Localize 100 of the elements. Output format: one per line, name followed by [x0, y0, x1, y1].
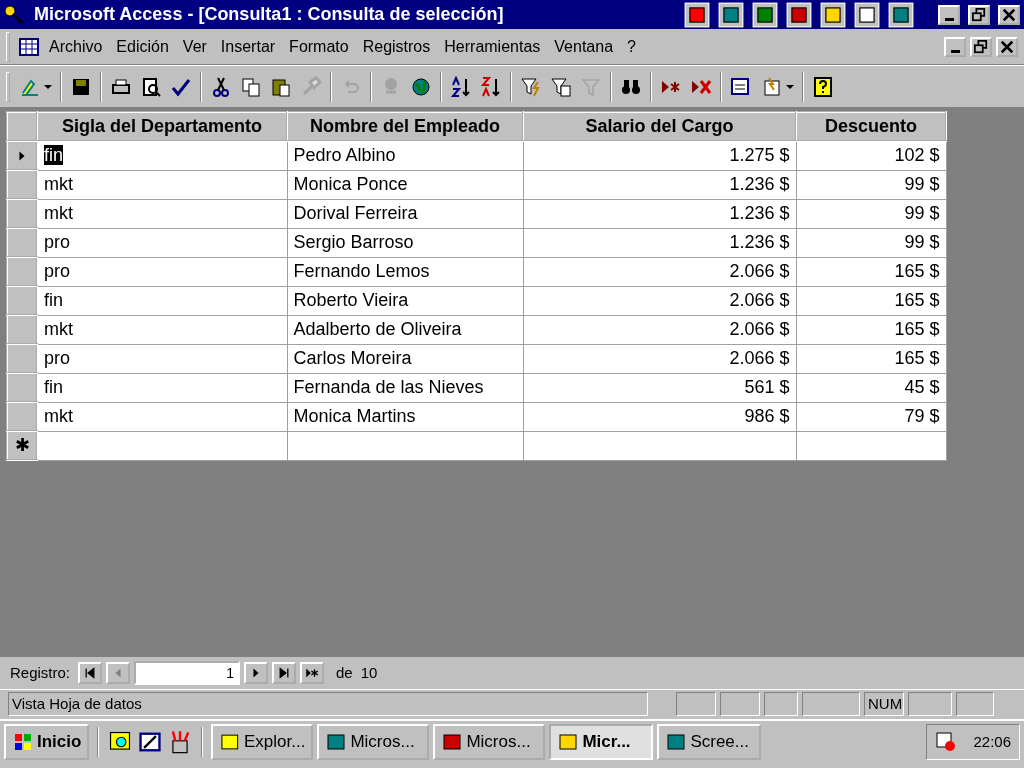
table-cell: 99 $ [904, 232, 940, 252]
minimize-icon [950, 49, 960, 53]
filter-lightning-icon [520, 75, 542, 98]
empty-status-panel [720, 692, 760, 716]
taskbar-button[interactable]: Micros... [433, 724, 546, 760]
table-cell: fin [44, 290, 63, 310]
close-icon [1000, 39, 1014, 54]
menu-item[interactable]: ? [622, 32, 641, 61]
record-number-field[interactable]: 1 [134, 661, 241, 685]
taskbar-button[interactable]: Micros... [317, 724, 430, 760]
empty-status-panel [908, 692, 952, 716]
last-record-button[interactable] [272, 662, 297, 684]
print-preview-icon [140, 75, 162, 98]
table-cell: 1.236 $ [729, 174, 790, 194]
menu-item[interactable]: Ver [177, 32, 212, 61]
status-text: Vista Hoja de datos [8, 692, 648, 716]
clock: 22:06 [973, 731, 1011, 752]
sort-descending-icon [480, 75, 502, 98]
table-cell: 99 $ [904, 174, 940, 194]
table-cell: 165 $ [894, 290, 940, 310]
table-cell: mkt [44, 319, 73, 339]
close-icon [1002, 7, 1016, 22]
table-cell: fin [44, 145, 63, 166]
taskbar-button[interactable]: Scree... [657, 724, 762, 760]
table-cell: mkt [44, 174, 73, 194]
menu-item[interactable]: Formato [284, 32, 354, 61]
corner-cell[interactable] [7, 112, 37, 141]
table-cell: 2.066 $ [729, 290, 790, 310]
minimize-icon [944, 17, 954, 21]
taskbar-button[interactable]: Micr... [549, 724, 654, 760]
start-button[interactable]: Inicio [4, 724, 90, 760]
column-header[interactable]: Sigla del Departamento [37, 112, 287, 141]
new-record-marker: ✱ [14, 435, 30, 455]
empty-status-panel [676, 692, 716, 716]
taskbar-button[interactable]: Explor... [211, 724, 314, 760]
navigator-label: Registro: [10, 662, 71, 683]
paintbrush-icon [300, 75, 322, 98]
table-cell: 2.066 $ [729, 319, 790, 339]
menu-item[interactable]: Herramientas [439, 32, 546, 61]
table-cell: 1.236 $ [729, 232, 790, 252]
restore-icon [974, 39, 988, 54]
table-cell: 1.236 $ [729, 203, 790, 223]
record-count: 10 [360, 662, 378, 683]
new-record-button[interactable] [300, 662, 325, 684]
close-button[interactable] [998, 4, 1020, 25]
column-header[interactable]: Salario del Cargo [523, 112, 796, 141]
database-window-icon [730, 75, 752, 98]
table-cell: Pedro Albino [293, 145, 396, 166]
table-cell: Monica Martins [293, 406, 416, 426]
sort-ascending-icon [450, 75, 472, 98]
table-cell: 1.275 $ [729, 145, 790, 166]
restore-button[interactable] [968, 4, 990, 25]
minimize-button[interactable] [944, 36, 966, 57]
windows-logo-icon [12, 731, 34, 753]
table-cell: mkt [44, 203, 73, 223]
dropdown-arrow-icon [43, 84, 52, 89]
help-icon [812, 75, 834, 98]
table-cell: Roberto Vieira [293, 290, 409, 310]
table-cell: 45 $ [904, 377, 940, 397]
minimize-button[interactable] [938, 4, 960, 25]
table-cell: 165 $ [894, 319, 940, 339]
first-record-button[interactable] [78, 662, 103, 684]
window-title: Microsoft Access - [Consulta1 : Consulta de selección] [34, 3, 505, 26]
record-selector[interactable] [7, 141, 37, 170]
empty-status-panel [802, 692, 860, 716]
table-cell: 2.066 $ [729, 261, 790, 281]
filter-form-icon [550, 75, 572, 98]
menu-item[interactable]: Ventana [549, 32, 619, 61]
menu-item[interactable]: Registros [357, 32, 436, 61]
table-cell: 165 $ [894, 261, 940, 281]
close-button[interactable] [996, 36, 1018, 57]
menu-item[interactable]: Insertar [215, 32, 281, 61]
table-cell: Fernanda de las Nieves [293, 377, 484, 397]
menu-item[interactable]: Edición [111, 32, 174, 61]
column-header[interactable]: Nombre del Empleado [287, 112, 523, 141]
restore-button[interactable] [970, 36, 992, 57]
table-cell: 165 $ [894, 348, 940, 368]
table-cell: 79 $ [904, 406, 940, 426]
table-cell: fin [44, 377, 63, 397]
table-cell: 986 $ [744, 406, 790, 426]
table-cell: Monica Ponce [293, 174, 408, 194]
table-cell: 102 $ [894, 145, 940, 166]
next-record-button[interactable] [244, 662, 269, 684]
menu-item[interactable]: Archivo [44, 32, 108, 61]
empty-status-panel [956, 692, 994, 716]
table-cell: Carlos Moreira [293, 348, 412, 368]
status-indicator: NUM [864, 692, 904, 716]
datasheet-icon [18, 35, 40, 58]
table-cell: pro [44, 348, 70, 368]
table-cell: pro [44, 232, 70, 252]
cut-icon [210, 75, 232, 98]
column-header[interactable]: Descuento [796, 112, 946, 141]
new-record-icon [305, 666, 320, 680]
table-cell: pro [44, 261, 70, 281]
dropdown-arrow-icon [785, 84, 794, 89]
table-cell: Fernando Lemos [293, 261, 430, 281]
table-cell: 561 $ [744, 377, 790, 397]
of-label: de [336, 662, 353, 683]
previous-record-button[interactable] [106, 662, 131, 684]
table-cell: Dorival Ferreira [293, 203, 418, 223]
